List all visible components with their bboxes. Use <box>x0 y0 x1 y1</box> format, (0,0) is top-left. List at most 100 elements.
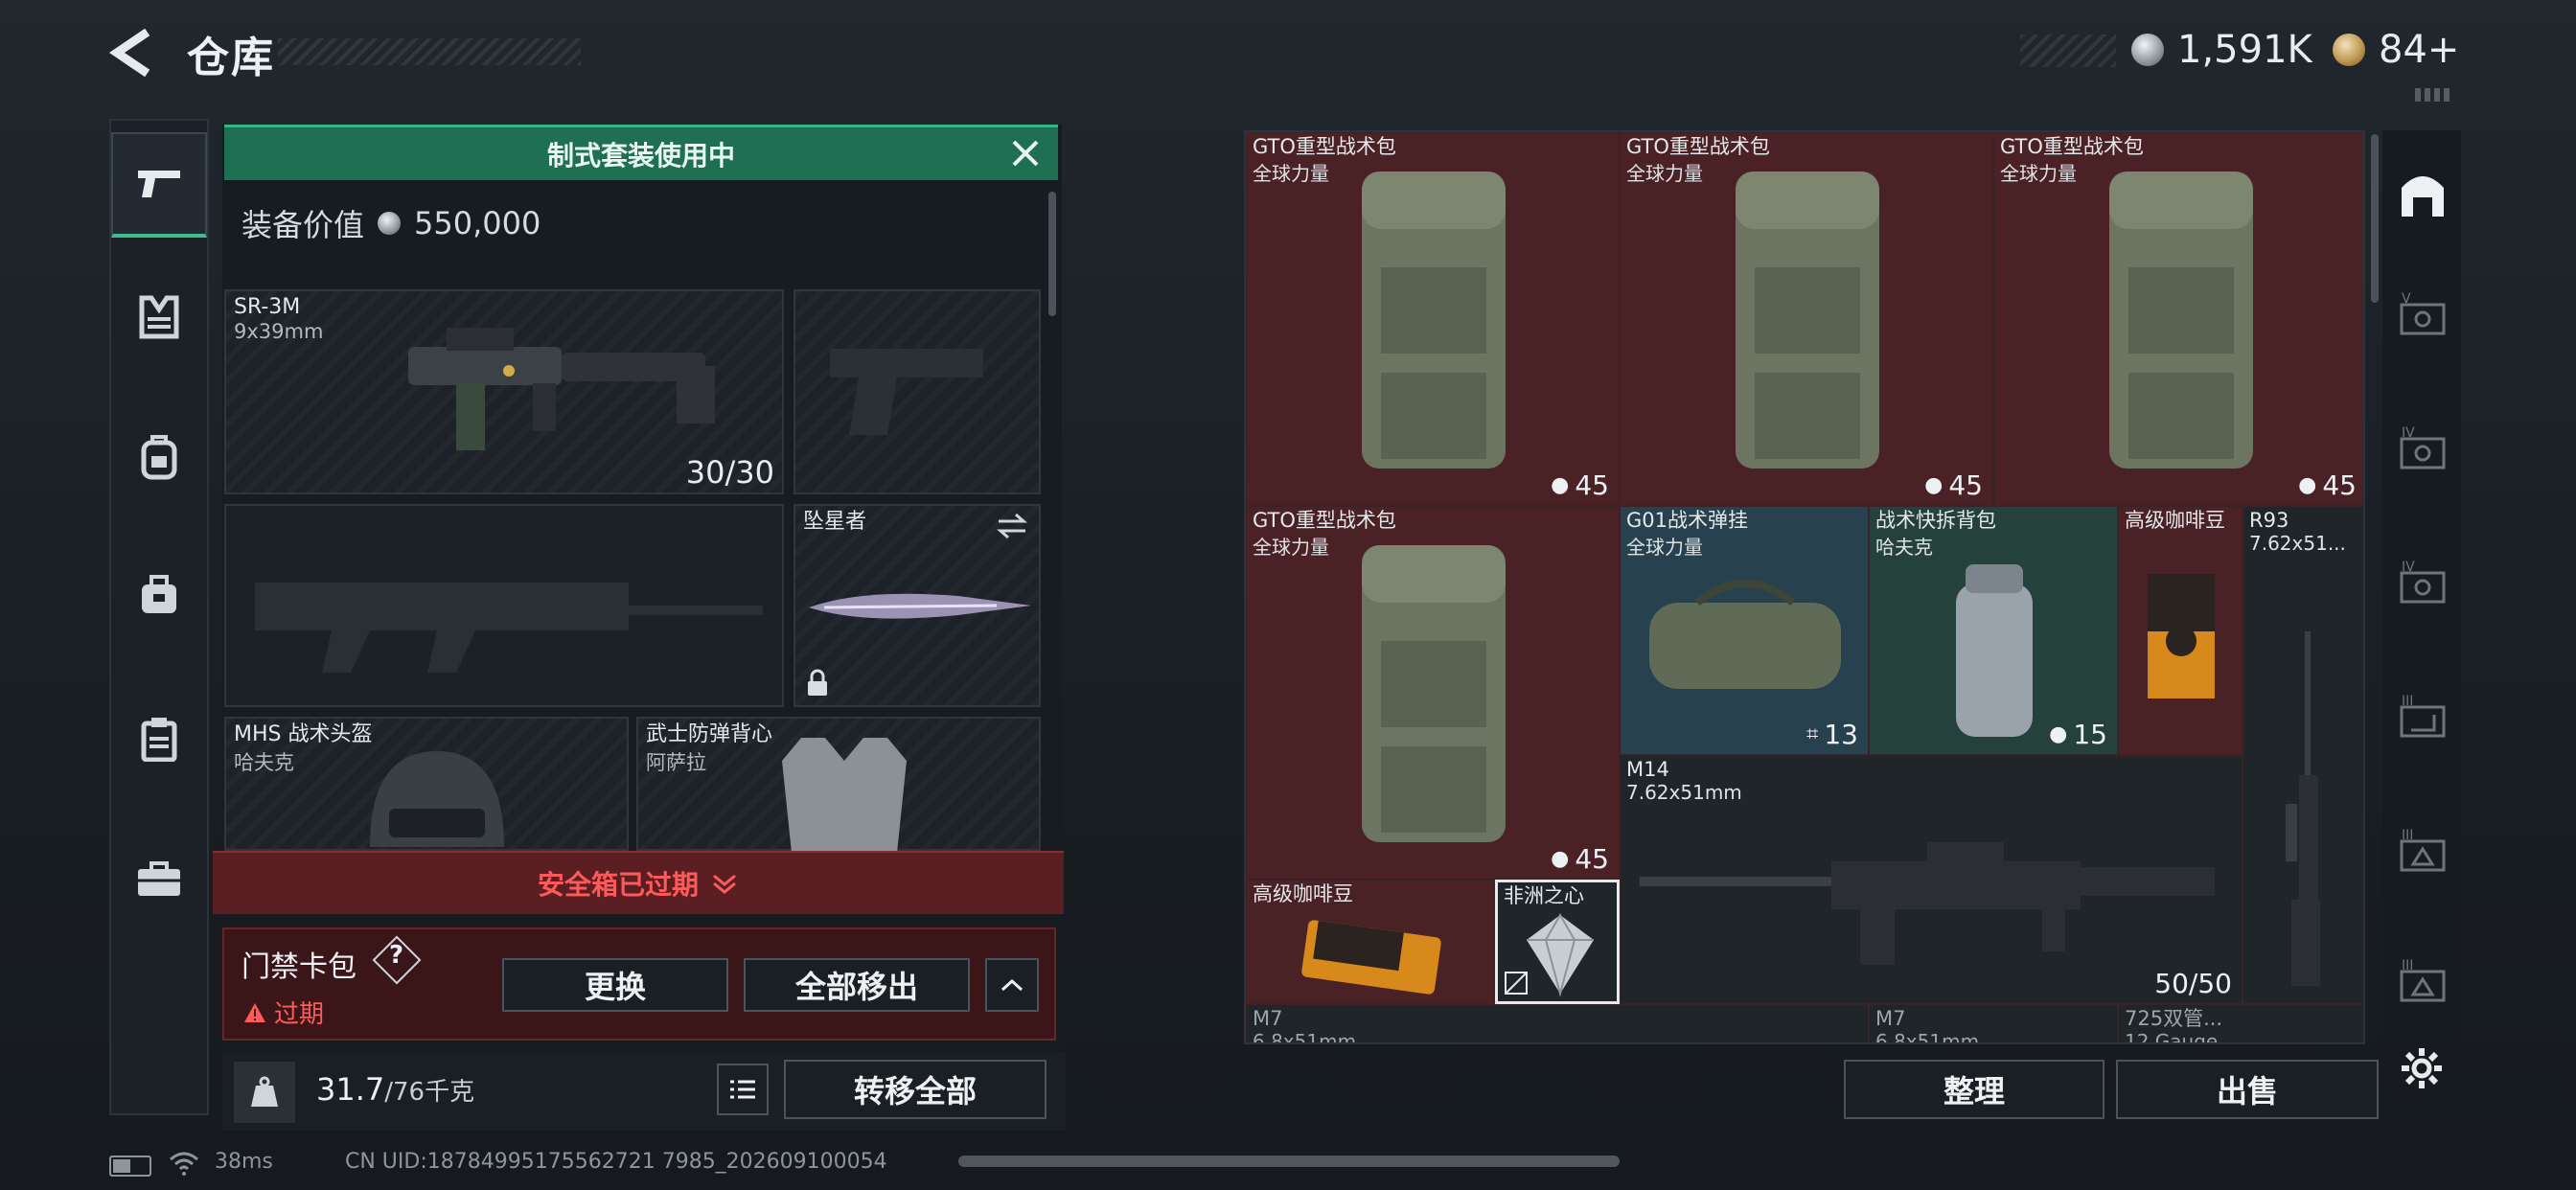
helmet-slot[interactable]: MHS 战术头盔 哈夫克 <box>224 717 629 851</box>
item-count-value: 15 <box>2073 719 2107 750</box>
item-name: 高级咖啡豆 <box>1253 882 1353 905</box>
item-brand: 6.8x51mm <box>1875 1030 1980 1044</box>
bag-icon <box>142 575 176 613</box>
stash-tab-iv-icon[interactable]: IV <box>2396 423 2450 477</box>
list-icon <box>730 1080 755 1099</box>
sell-button[interactable]: 出售 <box>2116 1060 2379 1119</box>
nav-case[interactable] <box>111 686 207 791</box>
secondary-weapon-slot[interactable] <box>224 504 784 707</box>
clipboard-icon <box>141 718 177 762</box>
item-count: ● 45 <box>1924 469 1983 501</box>
item-brand: 哈夫克 <box>1875 536 1933 559</box>
stash-item[interactable]: G01战术弹挂 全球力量 ⌗ 13 <box>1620 506 1869 755</box>
nav-toolbox[interactable] <box>111 826 207 931</box>
chevron-down-icon <box>713 874 736 894</box>
stash-item[interactable]: 725双管... 12 Gauge <box>2118 1004 2363 1044</box>
stash-item[interactable]: 高级咖啡豆 <box>2118 506 2242 755</box>
safe-box-bar[interactable]: 安全箱已过期 <box>213 851 1064 914</box>
stash-item[interactable]: R93 7.62x51... <box>2242 506 2363 1004</box>
backpack-icon <box>2109 172 2253 469</box>
stash-scrollbar[interactable] <box>2371 134 2379 303</box>
helmet-icon <box>370 751 504 847</box>
stash-tabs: V IV IV III III III <box>2382 130 2461 1044</box>
stash-item[interactable]: GTO重型战术包 全球力量 ● 45 <box>1993 132 2363 506</box>
nav-rig[interactable] <box>111 264 207 370</box>
coffee-bag-icon <box>1301 920 1441 995</box>
back-arrow-icon[interactable] <box>107 29 159 77</box>
gear-icon[interactable] <box>2398 1044 2446 1092</box>
primary-weapon-slot[interactable]: SR-3M 9x39mm 30/30 <box>224 289 784 494</box>
loadout-scrollbar[interactable] <box>1048 192 1056 316</box>
stash-item-selected[interactable]: 非洲之心 <box>1495 880 1620 1004</box>
lock-icon <box>808 669 827 696</box>
weight-current: 31.7 <box>316 1071 385 1108</box>
item-name: 战术快拆背包 <box>1875 509 1996 532</box>
svg-text:III: III <box>2402 958 2413 973</box>
svg-text:III: III <box>2402 694 2413 709</box>
swap-icon[interactable] <box>995 512 1029 540</box>
dry-bag-icon <box>1956 564 2033 737</box>
stash-tab-iv-2-icon[interactable]: IV <box>2396 558 2450 611</box>
item-count-value: 45 <box>1575 843 1609 875</box>
svg-text:IV: IV <box>2402 560 2415 575</box>
stash-tab-iii-icon[interactable]: III <box>2396 692 2450 745</box>
weight-max: /76千克 <box>384 1078 475 1107</box>
help-icon-glyph: ? <box>389 941 404 970</box>
safe-box-status: 安全箱已过期 <box>537 869 699 901</box>
nav-bag[interactable] <box>111 542 207 648</box>
stash-tab-v-icon[interactable]: V <box>2396 289 2450 343</box>
rifle-icon <box>408 328 715 450</box>
stash-tab-all-icon[interactable] <box>2396 169 2450 222</box>
item-brand: 全球力量 <box>1626 162 1703 185</box>
collapse-button[interactable] <box>985 958 1039 1012</box>
stash-item[interactable]: GTO重型战术包 全球力量 ● 45 <box>1620 132 1993 506</box>
item-brand: 全球力量 <box>1253 536 1329 559</box>
svg-text:III: III <box>2402 828 2413 843</box>
stash-tab-iii-3-icon[interactable]: III <box>2396 956 2450 1010</box>
weight-icon-box <box>234 1062 295 1123</box>
stash-item[interactable]: M14 7.62x51mm 50/50 <box>1620 755 2242 1004</box>
currency-gold[interactable]: 84+ <box>2333 27 2459 73</box>
item-brand: 12 Gauge <box>2125 1030 2219 1044</box>
sort-button[interactable]: 整理 <box>1844 1060 2104 1119</box>
vest-brand: 阿萨拉 <box>646 751 706 774</box>
list-view-button[interactable] <box>717 1064 769 1115</box>
home-indicator <box>958 1156 1620 1167</box>
card-pack-panel: 门禁卡包 ? 过期 更换 全部移出 <box>222 927 1056 1041</box>
stash-item[interactable]: M7 6.8x51mm <box>1869 1004 2118 1044</box>
stash-item[interactable]: 战术快拆背包 哈夫克 ● 15 <box>1869 506 2118 755</box>
nav-weapons[interactable] <box>111 132 207 238</box>
equipment-value-label: 装备价值 <box>242 207 365 243</box>
stash-item[interactable]: GTO重型战术包 全球力量 ● 45 <box>1246 506 1620 880</box>
item-count: ⌗ 13 <box>1806 719 1858 750</box>
nav-backpack[interactable] <box>111 404 207 510</box>
backpack-icon <box>141 435 177 480</box>
item-brand: 7.62x51... <box>2249 532 2346 555</box>
transfer-all-button[interactable]: 转移全部 <box>784 1060 1046 1119</box>
melee-name: 坠星者 <box>803 510 867 534</box>
knife-icon <box>809 593 1031 619</box>
svg-text:IV: IV <box>2402 425 2415 441</box>
item-brand: 全球力量 <box>2000 162 2077 185</box>
stash-tab-iii-2-icon[interactable]: III <box>2396 826 2450 880</box>
remove-all-button[interactable]: 全部移出 <box>744 958 970 1012</box>
pistol-slot[interactable] <box>794 289 1041 494</box>
item-name: M7 <box>1875 1007 1906 1030</box>
close-icon[interactable] <box>1004 132 1046 174</box>
item-count-value: 45 <box>1575 469 1609 501</box>
weight-readout: 31.7/76千克 <box>316 1071 474 1108</box>
duffel-bag-icon <box>1649 580 1841 689</box>
vest-slot[interactable]: 武士防弹背心 阿萨拉 <box>636 717 1041 853</box>
item-brand: 6.8x51mm <box>1253 1030 1357 1044</box>
stash-item[interactable]: M7 6.8x51mm <box>1246 1004 1869 1044</box>
item-count: ● 45 <box>1551 843 1609 875</box>
stash-item[interactable]: 高级咖啡豆 <box>1246 880 1495 1004</box>
item-name: 高级咖啡豆 <box>2125 509 2225 532</box>
expired-label: 过期 <box>274 1000 325 1029</box>
melee-slot[interactable]: 坠星者 <box>794 504 1041 707</box>
stash-item[interactable]: GTO重型战术包 全球力量 ● 45 <box>1246 132 1620 506</box>
currency-silver[interactable]: 1,591K <box>2131 27 2312 73</box>
chest-rig-icon <box>139 295 179 339</box>
replace-button[interactable]: 更换 <box>502 958 728 1012</box>
category-sidebar <box>109 119 209 1115</box>
